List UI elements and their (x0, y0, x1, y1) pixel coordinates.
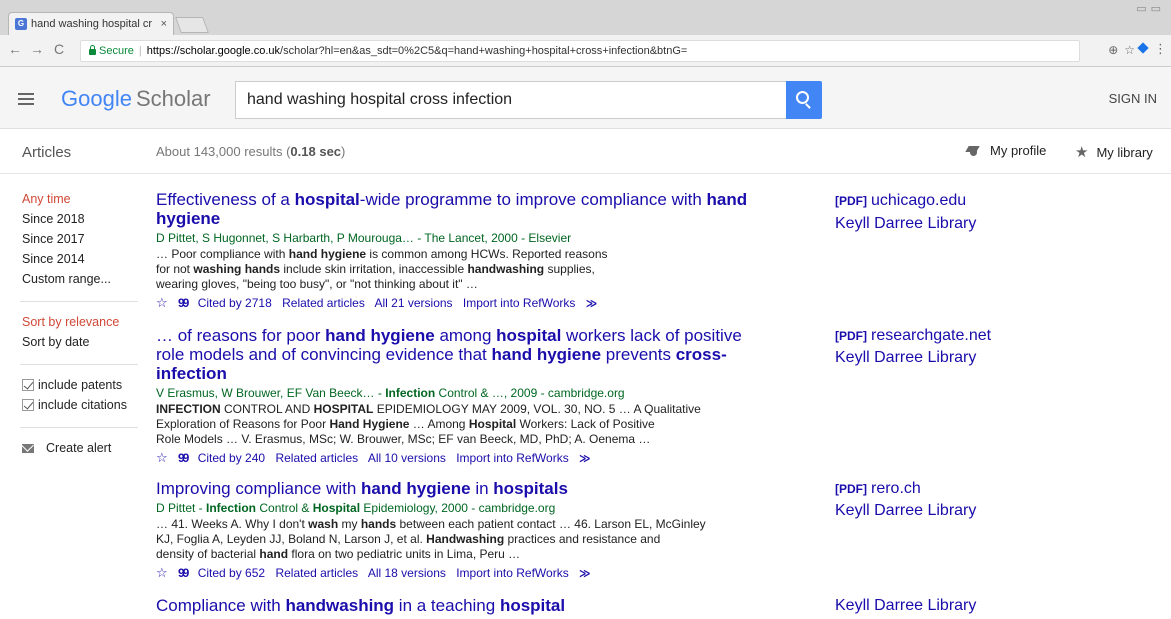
library-link[interactable]: Keyll Darree Library (835, 214, 976, 234)
result-links: ☆ 99 Cited by 240 Related articles All 1… (156, 450, 756, 467)
my-profile-link[interactable]: My profile (966, 143, 1046, 158)
tab-title: hand washing hospital cr (31, 18, 153, 30)
result-authors: V Erasmus, W Brouwer, EF Van Beeck… - In… (156, 386, 625, 400)
forward-arrow-icon[interactable]: → (30, 41, 44, 57)
result-snippet: INFECTION CONTROL AND HOSPITAL EPIDEMIOL… (156, 402, 701, 446)
extension-icon[interactable] (1137, 41, 1149, 55)
url-path: /scholar?hl=en&as_sdt=0%2C5&q=hand+washi… (280, 45, 688, 57)
divider (20, 427, 138, 428)
filter-any-time[interactable]: Any time (22, 190, 142, 210)
import-refworks-link[interactable]: Import into RefWorks (463, 296, 575, 310)
url-host: https://scholar.google.co.uk (146, 45, 281, 57)
library-link[interactable]: Keyll Darree Library (835, 501, 976, 521)
result-item: Improving compliance with hand hygiene i… (156, 479, 756, 582)
logo-google: Google (61, 86, 132, 111)
hamburger-menu-icon[interactable] (18, 93, 34, 105)
library-link[interactable]: Keyll Darree Library (835, 348, 976, 368)
my-library-link[interactable]: ★ My library (1075, 143, 1153, 161)
browser-toolbar: ← → C Secure | https://scholar.google.co.u… (0, 35, 1171, 67)
new-tab-button[interactable] (175, 17, 209, 33)
result-title[interactable]: Improving compliance with hand hygiene i… (156, 479, 756, 498)
result-links: ☆ 99 Cited by 652 Related articles All 1… (156, 565, 756, 582)
import-refworks-link[interactable]: Import into RefWorks (456, 451, 568, 465)
more-icon[interactable]: ≫ (586, 298, 598, 310)
include-patents-checkbox[interactable]: include patents (22, 376, 142, 396)
import-refworks-link[interactable]: Import into RefWorks (456, 566, 568, 580)
pdf-link[interactable]: [PDF] uchicago.edu (835, 191, 966, 211)
result-item: Effectiveness of a hospital-wide program… (156, 190, 756, 312)
lock-icon (89, 45, 96, 55)
filter-since-2014[interactable]: Since 2014 (22, 250, 142, 270)
result-snippet: … Poor compliance with hand hygiene is c… (156, 247, 608, 291)
filter-since-2018[interactable]: Since 2018 (22, 210, 142, 230)
related-articles-link[interactable]: Related articles (275, 566, 358, 580)
sort-by-relevance[interactable]: Sort by relevance (22, 313, 142, 333)
result-links: ☆ 99 Cited by 2718 Related articles All … (156, 295, 756, 312)
articles-bar: Articles About 143,000 results (0.18 sec… (0, 130, 1171, 174)
close-icon[interactable]: × (161, 13, 167, 35)
result-authors: D Pittet - Infection Control & Hospital … (156, 501, 556, 515)
more-icon[interactable]: ≫ (579, 568, 591, 580)
search-icon (796, 91, 809, 104)
articles-label[interactable]: Articles (22, 144, 71, 161)
filter-custom-range[interactable]: Custom range... (22, 270, 142, 290)
pdf-link[interactable]: [PDF] researchgate.net (835, 326, 991, 346)
cite-quote-icon[interactable]: 99 (178, 296, 189, 310)
result-title[interactable]: Compliance with handwashing in a teachin… (156, 596, 756, 615)
search-button[interactable] (786, 81, 822, 119)
divider (20, 364, 138, 365)
window-controls[interactable]: ▭▭ (1136, 2, 1165, 15)
cite-quote-icon[interactable]: 99 (178, 566, 189, 580)
browser-tab[interactable]: G hand washing hospital cr × (8, 12, 174, 35)
result-title[interactable]: … of reasons for poor hand hygiene among… (156, 326, 756, 383)
result-item: Compliance with handwashing in a teachin… (156, 596, 756, 615)
graduation-cap-icon (966, 145, 982, 157)
back-arrow-icon[interactable]: ← (8, 41, 22, 57)
result-snippet: … 41. Weeks A. Why I don't wash my hands… (156, 517, 706, 561)
versions-link[interactable]: All 10 versions (368, 451, 446, 465)
star-icon: ★ (1075, 144, 1089, 161)
cited-by-link[interactable]: Cited by 2718 (198, 296, 272, 310)
cited-by-link[interactable]: Cited by 240 (198, 451, 265, 465)
checkbox-icon (22, 399, 34, 411)
cited-by-link[interactable]: Cited by 652 (198, 566, 265, 580)
scholar-header: Google Scholar hand washing hospital cros… (0, 67, 1171, 129)
related-articles-link[interactable]: Related articles (275, 451, 358, 465)
search-input[interactable]: hand washing hospital cross infection (235, 81, 786, 119)
address-bar[interactable]: Secure | https://scholar.google.co.uk/scho… (80, 40, 1080, 62)
result-authors: D Pittet, S Hugonnet, S Harbarth, P Mour… (156, 231, 572, 245)
save-star-icon[interactable]: ☆ (156, 295, 168, 310)
checkbox-icon (22, 379, 34, 391)
menu-icon[interactable]: ⋮ (1154, 41, 1167, 57)
scholar-favicon-icon: G (15, 18, 27, 30)
versions-link[interactable]: All 18 versions (368, 566, 446, 580)
result-item: … of reasons for poor hand hygiene among… (156, 326, 756, 467)
logo-scholar: Scholar (135, 86, 211, 111)
sidebar: Any time Since 2018 Since 2017 Since 201… (20, 190, 142, 459)
save-star-icon[interactable]: ☆ (156, 450, 168, 465)
reload-icon[interactable]: C (54, 41, 64, 57)
library-link[interactable]: Keyll Darree Library (835, 596, 976, 616)
save-star-icon[interactable]: ☆ (156, 565, 168, 580)
versions-link[interactable]: All 21 versions (375, 296, 453, 310)
secure-label: Secure (99, 45, 134, 57)
result-title[interactable]: Effectiveness of a hospital-wide program… (156, 190, 756, 228)
create-alert-link[interactable]: Create alert (22, 439, 142, 459)
pdf-link[interactable]: [PDF] rero.ch (835, 479, 921, 499)
related-articles-link[interactable]: Related articles (282, 296, 365, 310)
sign-in-button[interactable]: SIGN IN (1109, 91, 1157, 106)
google-scholar-logo[interactable]: Google Scholar (61, 86, 211, 112)
filter-since-2017[interactable]: Since 2017 (22, 230, 142, 250)
sort-by-date[interactable]: Sort by date (22, 333, 142, 353)
divider (20, 301, 138, 302)
more-icon[interactable]: ≫ (579, 453, 591, 465)
browser-tabstrip: G hand washing hospital cr × ▭▭ (0, 0, 1171, 35)
include-citations-checkbox[interactable]: include citations (22, 396, 142, 416)
cite-quote-icon[interactable]: 99 (178, 451, 189, 465)
result-stats: About 143,000 results (0.18 sec) (156, 144, 346, 159)
envelope-icon (22, 444, 34, 453)
